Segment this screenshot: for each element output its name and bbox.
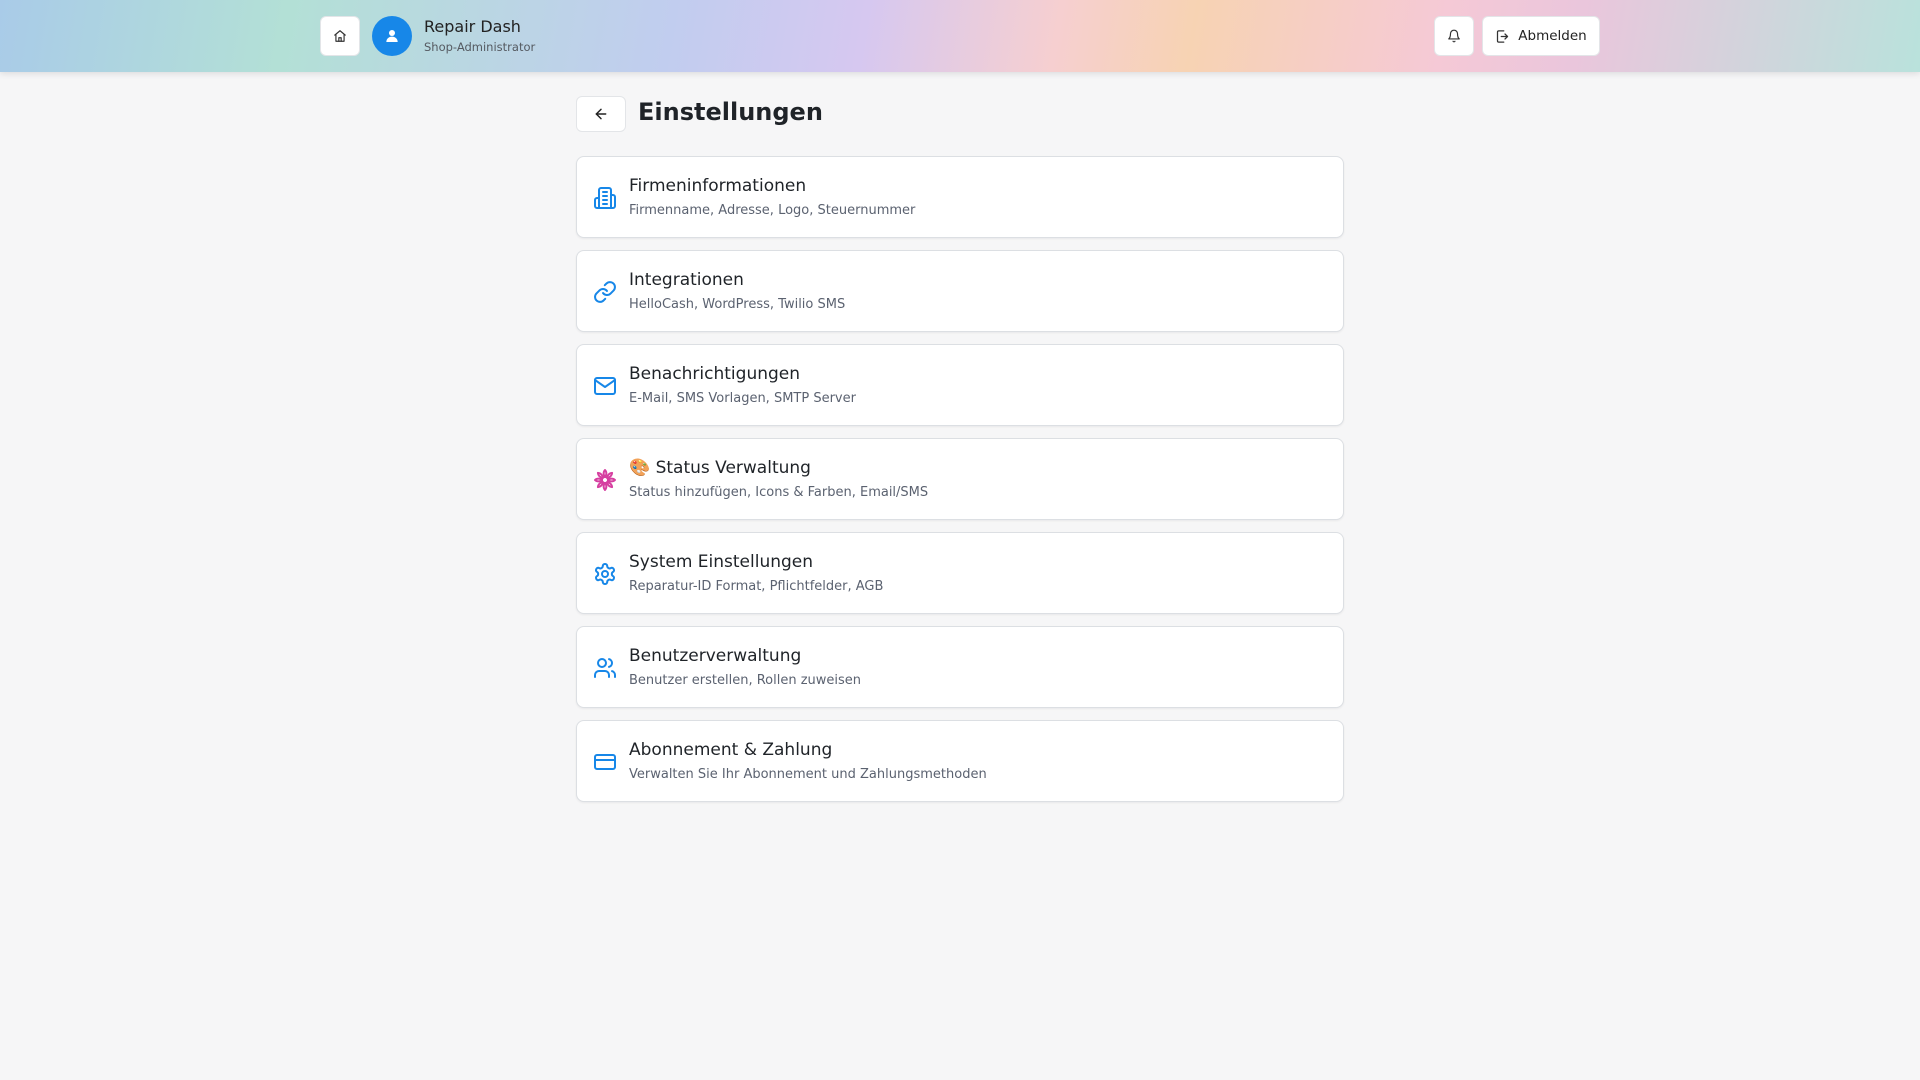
gear-icon: [593, 562, 617, 586]
user-role: Shop-Administrator: [424, 40, 536, 54]
settings-card-system[interactable]: System Einstellungen Reparatur-ID Format…: [576, 532, 1344, 614]
settings-card-integrations[interactable]: Integrationen HelloCash, WordPress, Twil…: [576, 250, 1344, 332]
flower-icon: [593, 468, 617, 492]
avatar: [372, 16, 412, 56]
mail-icon: [593, 374, 617, 398]
bell-icon: [1447, 29, 1461, 43]
settings-list: Firmeninformationen Firmenname, Adresse,…: [576, 156, 1344, 814]
card-description: Firmenname, Adresse, Logo, Steuernummer: [629, 203, 916, 218]
home-button[interactable]: [320, 16, 360, 56]
card-description: HelloCash, WordPress, Twilio SMS: [629, 297, 846, 312]
card-title: 🎨 Status Verwaltung: [629, 458, 811, 478]
settings-card-notifications[interactable]: Benachrichtigungen E-Mail, SMS Vorlagen,…: [576, 344, 1344, 426]
credit-card-icon: [593, 750, 617, 774]
card-description: Reparatur-ID Format, Pflichtfelder, AGB: [629, 579, 884, 594]
card-description: Status hinzufügen, Icons & Farben, Email…: [629, 485, 929, 500]
card-title: Benachrichtigungen: [629, 364, 801, 384]
settings-card-subscription[interactable]: Abonnement & Zahlung Verwalten Sie Ihr A…: [576, 720, 1344, 802]
card-title: Integrationen: [629, 270, 744, 290]
card-description: E-Mail, SMS Vorlagen, SMTP Server: [629, 391, 856, 406]
settings-card-status[interactable]: 🎨 Status Verwaltung Status hinzufügen, I…: [576, 438, 1344, 520]
card-title: Benutzerverwaltung: [629, 646, 802, 666]
notifications-button[interactable]: [1434, 16, 1474, 56]
home-icon: [333, 29, 347, 43]
user-icon: [384, 28, 400, 44]
logout-icon: [1495, 29, 1510, 44]
card-description: Benutzer erstellen, Rollen zuweisen: [629, 673, 862, 688]
building-icon: [593, 186, 617, 210]
logout-label: Abmelden: [1518, 28, 1587, 44]
logout-button[interactable]: Abmelden: [1482, 16, 1600, 56]
top-bar: Repair Dash Shop-Administrator Abmelden: [0, 0, 1920, 72]
back-button[interactable]: [576, 96, 626, 132]
app-name: Repair Dash: [424, 17, 521, 36]
card-title: System Einstellungen: [629, 552, 814, 572]
settings-card-company[interactable]: Firmeninformationen Firmenname, Adresse,…: [576, 156, 1344, 238]
card-title: Abonnement & Zahlung: [629, 740, 833, 760]
card-description: Verwalten Sie Ihr Abonnement und Zahlung…: [629, 767, 987, 782]
arrow-left-icon: [593, 106, 609, 122]
card-title: Firmeninformationen: [629, 176, 807, 196]
page-title: Einstellungen: [638, 98, 823, 126]
link-icon: [593, 280, 617, 304]
settings-card-users[interactable]: Benutzerverwaltung Benutzer erstellen, R…: [576, 626, 1344, 708]
users-icon: [593, 656, 617, 680]
